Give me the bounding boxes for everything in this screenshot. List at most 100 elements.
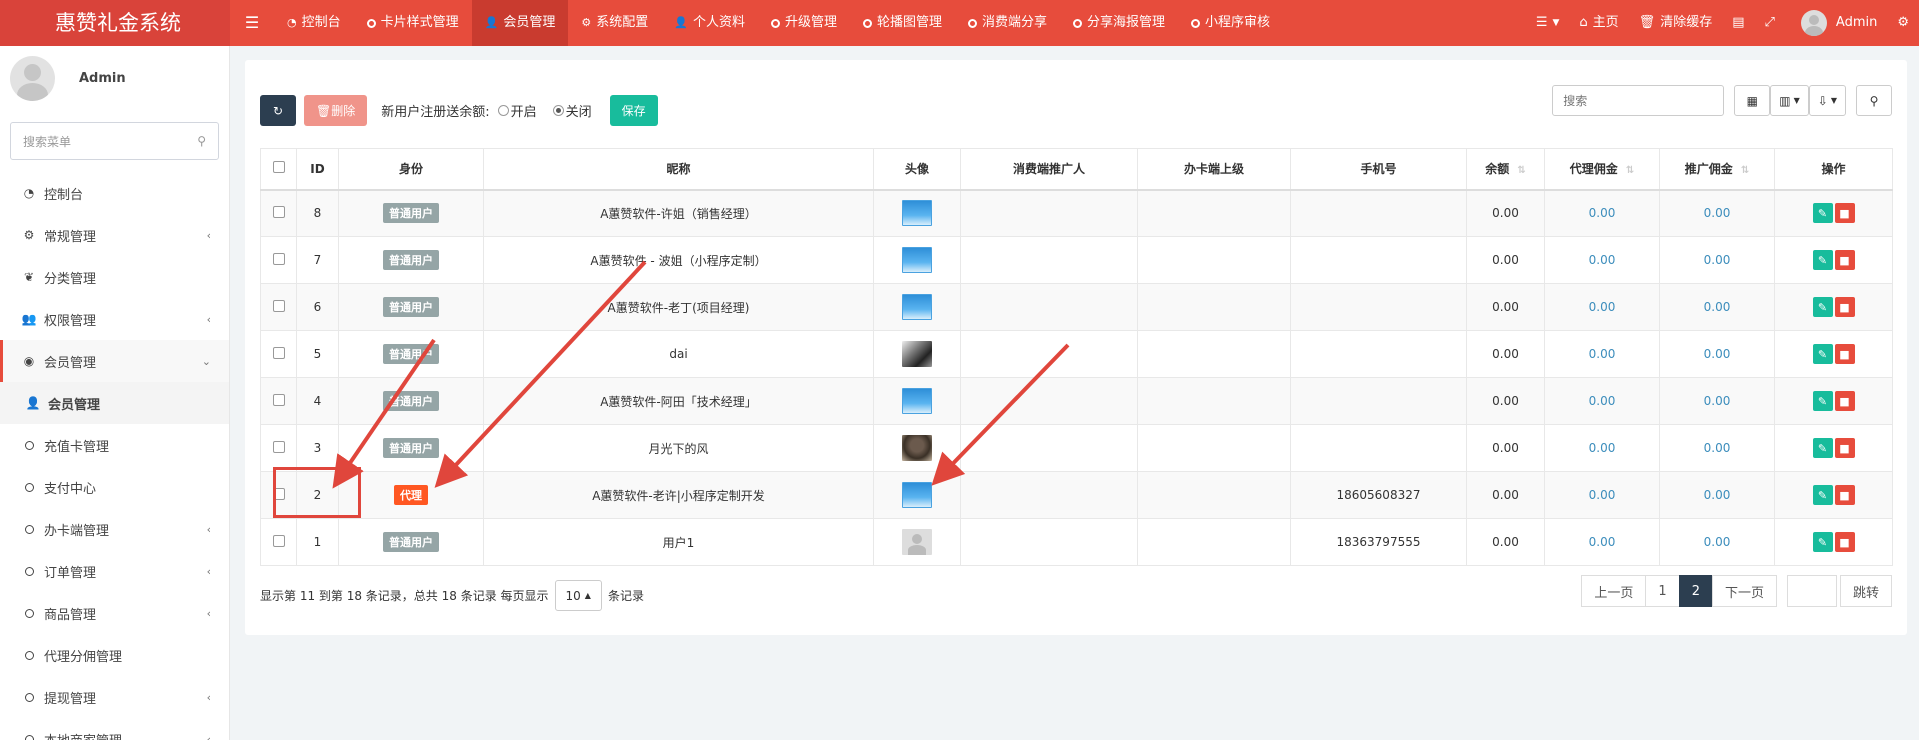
top-nav-item-9[interactable]: 小程序审核 (1178, 0, 1283, 46)
top-nav-item-2[interactable]: 👤 会员管理 (471, 0, 569, 46)
export-button[interactable]: ⇩ ▼ (1808, 85, 1846, 116)
delete-row-button[interactable]: ■ (1834, 532, 1855, 552)
edit-button[interactable]: ✎ (1812, 438, 1833, 458)
edit-button[interactable]: ✎ (1812, 297, 1833, 317)
cell-agent-commission[interactable]: 0.00 (1544, 283, 1660, 331)
cell-promo-commission[interactable]: 0.00 (1659, 189, 1775, 237)
delete-row-button[interactable]: ■ (1834, 485, 1855, 505)
clear-cache-button[interactable]: 🗑 清除缓存 (1629, 0, 1723, 46)
fullscreen-button[interactable]: ⤢ (1755, 0, 1785, 46)
cell-promo-commission[interactable]: 0.00 (1659, 283, 1775, 331)
col-promo-commission[interactable]: 推广佣金 ⇅ (1659, 148, 1775, 191)
cell-promo-commission[interactable]: 0.00 (1659, 377, 1775, 425)
radio-enable[interactable]: 开启 (497, 101, 537, 120)
settings-button[interactable]: ⚙ (1887, 0, 1919, 46)
row-checkbox[interactable] (272, 534, 285, 547)
avatar[interactable] (902, 529, 932, 555)
row-checkbox[interactable] (272, 252, 285, 265)
sidebar-item-7[interactable]: 支付中心 (0, 466, 229, 508)
more-menu-button[interactable]: ☰ ▼ (1526, 0, 1570, 46)
avatar[interactable] (902, 482, 932, 508)
delete-row-button[interactable]: ■ (1834, 250, 1855, 270)
sidebar-item-10[interactable]: 商品管理 ‹ (0, 592, 229, 634)
cell-agent-commission[interactable]: 0.00 (1544, 189, 1660, 237)
search-button[interactable]: ⚲ (1856, 85, 1892, 116)
page-size-select[interactable]: 10 ▲ (554, 580, 602, 611)
sidebar-item-5[interactable]: 👤 会员管理 (0, 382, 229, 424)
top-nav-item-3[interactable]: ⚙ 系统配置 (568, 0, 661, 46)
col-id[interactable]: ID (296, 148, 339, 191)
app-title[interactable]: 惠赞礼金系统 (0, 0, 230, 46)
sidebar-search-input[interactable]: 搜索菜单 ⚲ (10, 122, 219, 160)
avatar[interactable] (902, 247, 932, 273)
next-page-button[interactable]: 下一页 (1711, 575, 1777, 607)
top-nav-item-7[interactable]: 消费端分享 (955, 0, 1060, 46)
delete-row-button[interactable]: ■ (1834, 438, 1855, 458)
checkbox[interactable] (272, 161, 285, 174)
page-1-button[interactable]: 1 (1645, 575, 1680, 607)
col-agent-commission[interactable]: 代理佣金 ⇅ (1544, 148, 1660, 191)
delete-row-button[interactable]: ■ (1834, 391, 1855, 411)
edit-button[interactable]: ✎ (1812, 203, 1833, 224)
delete-row-button[interactable]: ■ (1834, 344, 1855, 364)
edit-button[interactable]: ✎ (1812, 250, 1833, 270)
row-checkbox[interactable] (272, 393, 285, 406)
delete-row-button[interactable]: ■ (1834, 203, 1855, 224)
home-button[interactable]: ⌂ 主页 (1569, 0, 1628, 46)
cell-agent-commission[interactable]: 0.00 (1544, 518, 1660, 566)
top-nav-item-1[interactable]: 卡片样式管理 (354, 0, 472, 46)
radio-disable[interactable]: 关闭 (552, 101, 592, 120)
edit-button[interactable]: ✎ (1812, 485, 1833, 505)
sidebar-item-12[interactable]: 提现管理 ‹ (0, 676, 229, 718)
search-input[interactable] (1552, 85, 1725, 116)
avatar[interactable] (902, 294, 932, 320)
save-button[interactable]: 保存 (609, 95, 658, 126)
user-menu[interactable]: Admin (1785, 0, 1887, 46)
cell-agent-commission[interactable]: 0.00 (1544, 424, 1660, 472)
page-jump-button[interactable]: 跳转 (1839, 575, 1892, 607)
row-checkbox[interactable] (272, 440, 285, 453)
top-nav-item-8[interactable]: 分享海报管理 (1060, 0, 1178, 46)
language-button[interactable]: ▤ (1722, 0, 1754, 46)
delete-row-button[interactable]: ■ (1834, 297, 1855, 317)
page-2-button[interactable]: 2 (1678, 575, 1713, 607)
page-jump-input[interactable] (1786, 575, 1837, 607)
edit-button[interactable]: ✎ (1812, 344, 1833, 364)
sidebar-item-13[interactable]: 本地商家管理 ‹ (0, 718, 229, 740)
sidebar-item-1[interactable]: ⚙ 常规管理 ‹ (0, 214, 229, 256)
cell-agent-commission[interactable]: 0.00 (1544, 471, 1660, 519)
avatar[interactable] (902, 341, 932, 367)
prev-page-button[interactable]: 上一页 (1581, 575, 1647, 607)
edit-button[interactable]: ✎ (1812, 391, 1833, 411)
sidebar-item-3[interactable]: 👥 权限管理 ‹ (0, 298, 229, 340)
cell-promo-commission[interactable]: 0.00 (1659, 424, 1775, 472)
cell-promo-commission[interactable]: 0.00 (1659, 471, 1775, 519)
sidebar-item-9[interactable]: 订单管理 ‹ (0, 550, 229, 592)
columns-button[interactable]: ▥ ▼ (1770, 85, 1809, 116)
cell-promo-commission[interactable]: 0.00 (1659, 518, 1775, 566)
row-checkbox[interactable] (272, 205, 285, 218)
sidebar-item-0[interactable]: ◔ 控制台 (0, 172, 229, 214)
avatar[interactable] (902, 200, 932, 227)
cell-promo-commission[interactable]: 0.00 (1659, 330, 1775, 378)
row-checkbox[interactable] (272, 299, 285, 312)
sidebar-item-8[interactable]: 办卡端管理 ‹ (0, 508, 229, 550)
sidebar-item-6[interactable]: 充值卡管理 (0, 424, 229, 466)
cell-agent-commission[interactable]: 0.00 (1544, 377, 1660, 425)
cell-agent-commission[interactable]: 0.00 (1544, 330, 1660, 378)
cell-promo-commission[interactable]: 0.00 (1659, 236, 1775, 284)
sidebar-item-11[interactable]: 代理分佣管理 (0, 634, 229, 676)
top-nav-item-4[interactable]: 👤 个人资料 (661, 0, 758, 46)
sidebar-item-2[interactable]: ❦ 分类管理 (0, 256, 229, 298)
top-nav-item-5[interactable]: 升级管理 (758, 0, 850, 46)
sidebar-toggle-button[interactable]: ☰ (230, 0, 274, 46)
sidebar-item-4[interactable]: ◉ 会员管理 ⌄ (0, 340, 229, 382)
avatar[interactable] (902, 388, 932, 414)
cell-agent-commission[interactable]: 0.00 (1544, 236, 1660, 284)
edit-button[interactable]: ✎ (1812, 532, 1833, 552)
avatar[interactable] (902, 435, 932, 461)
select-all-checkbox[interactable] (260, 148, 297, 191)
col-balance[interactable]: 余额 ⇅ (1466, 148, 1545, 191)
row-checkbox[interactable] (272, 346, 285, 359)
toggle-view-button[interactable]: ▦ (1734, 85, 1771, 116)
